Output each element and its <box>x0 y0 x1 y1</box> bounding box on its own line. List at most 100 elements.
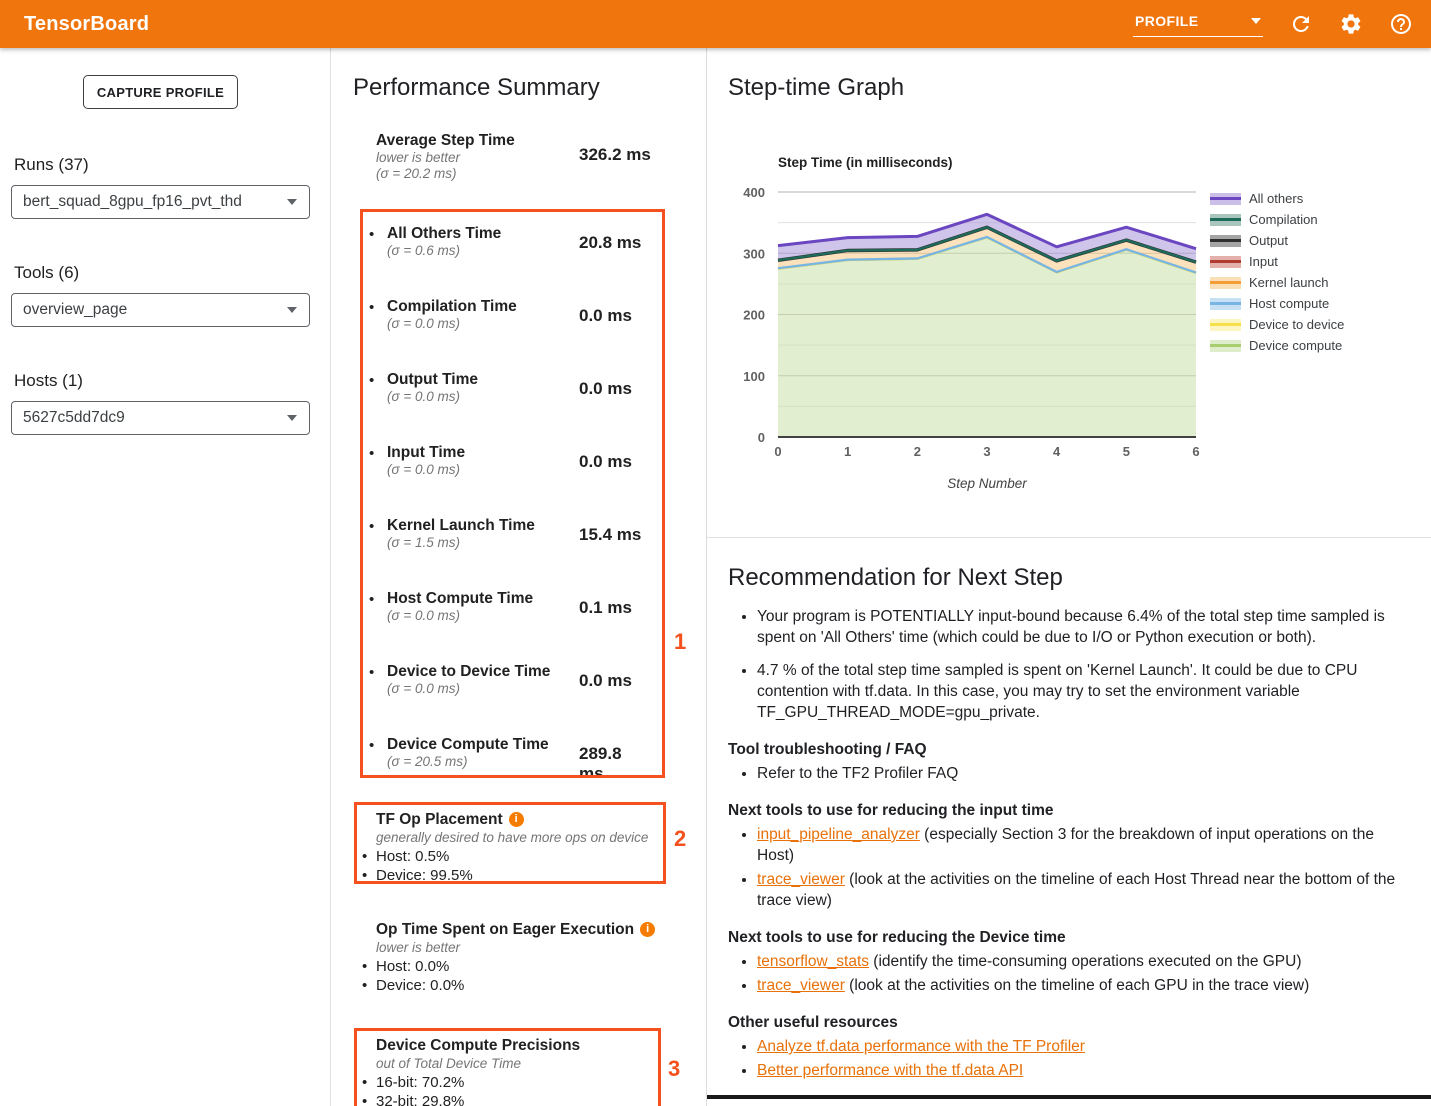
reload-icon[interactable] <box>1289 12 1313 36</box>
svg-text:4: 4 <box>1053 444 1061 459</box>
bullet: • <box>362 847 376 866</box>
horizontal-scrollbar[interactable] <box>707 1095 1431 1099</box>
settings-gear-icon[interactable] <box>1339 12 1363 36</box>
tf-op-placement-box: TF Op Placement i generally desired to h… <box>354 802 666 884</box>
list-item-text: (look at the activities on the timeline … <box>757 871 1395 909</box>
chart-legend: All othersCompilationOutputInputKernel l… <box>1210 188 1344 356</box>
list-item-text: 32-bit: 29.8% <box>376 1092 464 1106</box>
annotation-label-2: 2 <box>674 826 686 852</box>
list-item: •Device: 99.5% <box>376 866 663 885</box>
svg-text:5: 5 <box>1123 444 1130 459</box>
list-item: •Host: 0.5% <box>376 847 663 866</box>
recommendation-list: Refer to the TF2 Profiler FAQ <box>728 763 1405 784</box>
recommendation-bullets: Your program is POTENTIALLY input-bound … <box>728 606 1405 723</box>
svg-text:0: 0 <box>758 430 765 445</box>
breakdown-row: •Input Time(σ = 0.0 ms)0.0 ms <box>367 444 646 517</box>
recommendation-list: tensorflow_stats (identify the time-cons… <box>728 951 1405 996</box>
recommendation-subheading: Next tools to use for reducing the input… <box>728 802 1405 820</box>
help-icon[interactable] <box>1389 12 1413 36</box>
legend-swatch-line <box>1210 302 1241 306</box>
bullet: • <box>362 866 376 885</box>
bullet: • <box>362 1073 376 1092</box>
svg-text:Step Time (in milliseconds): Step Time (in milliseconds) <box>778 155 953 170</box>
block-title-text: TF Op Placement <box>376 810 503 829</box>
recommendation-bullet: Your program is POTENTIALLY input-bound … <box>757 606 1405 648</box>
metric-sigma: (σ = 20.2 ms) <box>376 166 687 182</box>
block-title-text: Device Compute Precisions <box>376 1036 580 1055</box>
recommendation-link[interactable]: trace_viewer <box>757 977 845 994</box>
eager-execution-block: Op Time Spent on Eager Execution i lower… <box>353 920 683 995</box>
recommendation-link[interactable]: Analyze tf.data performance with the TF … <box>757 1038 1085 1055</box>
sidebar: CAPTURE PROFILE Runs (37) bert_squad_8gp… <box>0 48 330 1106</box>
list-item: Analyze tf.data performance with the TF … <box>757 1036 1405 1057</box>
recommendation-link[interactable]: Better performance with the tf.data API <box>757 1062 1023 1079</box>
legend-swatch <box>1210 256 1241 268</box>
precisions-note: out of Total Device Time <box>376 1055 658 1073</box>
recommendation-link[interactable]: trace_viewer <box>757 871 845 888</box>
svg-text:100: 100 <box>743 369 765 384</box>
recommendation-list: Analyze tf.data performance with the TF … <box>728 1036 1405 1081</box>
performance-summary-panel: Performance Summary Average Step Time lo… <box>330 48 707 1106</box>
legend-label: Output <box>1249 233 1288 248</box>
hosts-label: Hosts (1) <box>14 371 83 391</box>
legend-item: All others <box>1210 188 1344 209</box>
main-panel: Step-time Graph 01002003004000123456Step… <box>707 48 1431 1106</box>
svg-text:3: 3 <box>983 444 990 459</box>
legend-swatch <box>1210 193 1241 205</box>
tools-select-value: overview_page <box>23 301 127 319</box>
svg-text:0: 0 <box>774 444 781 459</box>
legend-swatch <box>1210 214 1241 226</box>
list-item-text: Device: 0.0% <box>376 976 464 995</box>
bullet: • <box>369 591 374 608</box>
legend-swatch <box>1210 235 1241 247</box>
list-item: trace_viewer (look at the activities on … <box>757 869 1405 911</box>
legend-swatch-line <box>1210 323 1241 327</box>
bullet: • <box>369 664 374 681</box>
legend-swatch-line <box>1210 197 1241 201</box>
dashboard-select-value: PROFILE <box>1135 13 1198 29</box>
hosts-select-value: 5627c5dd7dc9 <box>23 409 125 427</box>
tensorboard-app: TensorBoard PROFILE CAPTURE PROFILE Runs… <box>0 0 1431 1106</box>
runs-select[interactable]: bert_squad_8gpu_fp16_pvt_thd <box>11 185 310 219</box>
hosts-select[interactable]: 5627c5dd7dc9 <box>11 401 310 435</box>
recommendation-bullet: 4.7 % of the total step time sampled is … <box>757 660 1405 723</box>
dashboard-select[interactable]: PROFILE <box>1133 11 1263 37</box>
recommendation-list: input_pipeline_analyzer (especially Sect… <box>728 824 1405 911</box>
list-item-text: Host: 0.5% <box>376 847 449 866</box>
legend-swatch-line <box>1210 218 1241 222</box>
legend-item: Device compute <box>1210 335 1344 356</box>
list-item: trace_viewer (look at the activities on … <box>757 975 1405 996</box>
capture-profile-button[interactable]: CAPTURE PROFILE <box>83 75 238 109</box>
step-time-chart: 01002003004000123456Step Time (in millis… <box>707 148 1267 498</box>
list-item: •16-bit: 70.2% <box>376 1073 658 1092</box>
info-icon[interactable]: i <box>640 922 655 937</box>
metric-value: 0.0 ms <box>579 379 632 399</box>
legend-swatch <box>1210 298 1241 310</box>
precisions-title: Device Compute Precisions <box>376 1036 658 1055</box>
app-header: TensorBoard PROFILE <box>0 0 1431 48</box>
metric-value: 0.1 ms <box>579 598 632 618</box>
runs-select-value: bert_squad_8gpu_fp16_pvt_thd <box>23 193 242 211</box>
recommendation-link[interactable]: tensorflow_stats <box>757 953 869 970</box>
legend-label: Device to device <box>1249 317 1344 332</box>
device-compute-precisions-box: Device Compute Precisions out of Total D… <box>354 1028 661 1106</box>
tools-select[interactable]: overview_page <box>11 293 310 327</box>
legend-swatch-line <box>1210 344 1241 348</box>
svg-text:400: 400 <box>743 185 765 200</box>
bullet: • <box>362 957 376 976</box>
metric-value: 326.2 ms <box>579 145 651 165</box>
info-icon[interactable]: i <box>509 812 524 827</box>
runs-label: Runs (37) <box>14 155 89 175</box>
list-item: Better performance with the tf.data API <box>757 1060 1405 1081</box>
legend-item: Kernel launch <box>1210 272 1344 293</box>
bullet: • <box>369 445 374 462</box>
bullet: • <box>369 737 374 754</box>
legend-swatch-line <box>1210 260 1241 264</box>
list-item-text: Host: 0.0% <box>376 957 449 976</box>
app-title: TensorBoard <box>0 13 149 36</box>
legend-item: Input <box>1210 251 1344 272</box>
recommendation-subheading: Next tools to use for reducing the Devic… <box>728 929 1405 947</box>
list-item-text: (look at the activities on the timeline … <box>845 977 1309 994</box>
recommendation-link[interactable]: input_pipeline_analyzer <box>757 826 920 843</box>
legend-swatch <box>1210 340 1241 352</box>
